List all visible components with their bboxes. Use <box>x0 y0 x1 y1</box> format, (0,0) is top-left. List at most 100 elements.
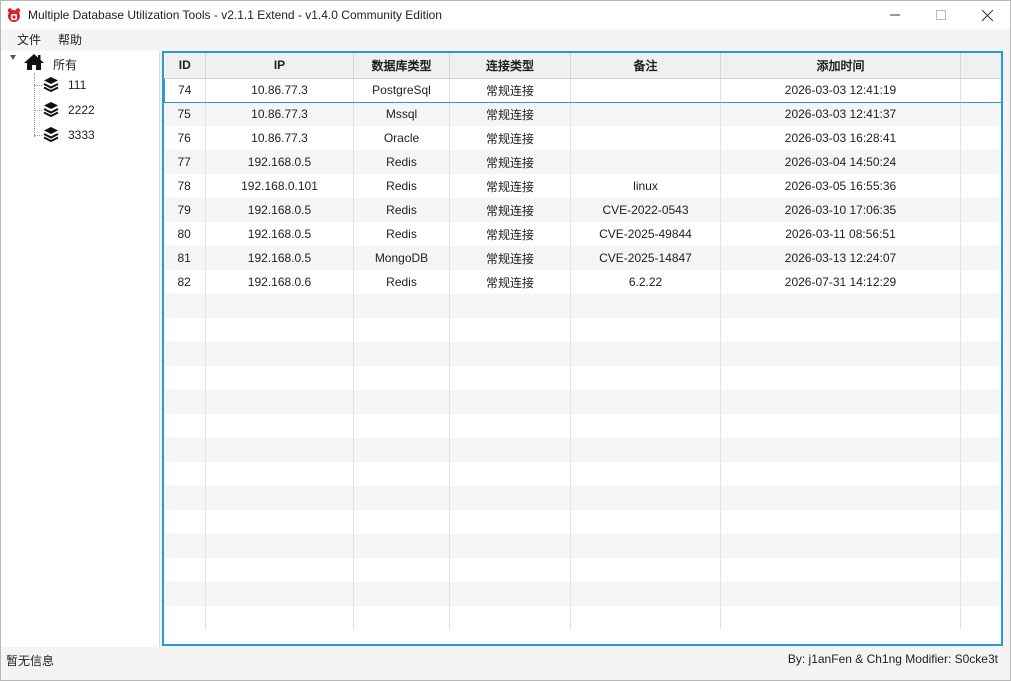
tree-connector <box>34 135 42 136</box>
layers-icon <box>43 77 59 92</box>
column-header-note[interactable]: 备注 <box>570 53 721 79</box>
cell-filler <box>960 510 1001 534</box>
cell-note <box>570 438 721 462</box>
table-row-empty <box>164 558 1001 582</box>
table-row[interactable]: 74 10.86.77.3 PostgreSql 常规连接 2026-03-03 12:… <box>164 77 1001 103</box>
cell-id <box>164 414 206 438</box>
table-row-empty <box>164 342 1001 366</box>
cell-added-time <box>720 582 961 606</box>
cell-note <box>570 390 721 414</box>
cell-db-type <box>353 342 450 366</box>
cell-ip: 192.168.0.6 <box>205 270 354 294</box>
cell-filler <box>960 294 1001 318</box>
cell-ip <box>205 510 354 534</box>
table-row-empty <box>164 294 1001 318</box>
table-row[interactable]: 82 192.168.0.6 Redis 常规连接 6.2.22 2026-07-31 1… <box>164 270 1001 294</box>
cell-added-time <box>720 390 961 414</box>
cell-added-time: 2026-03-04 14:50:24 <box>720 150 961 174</box>
cell-id <box>164 294 206 318</box>
cell-ip <box>205 606 354 630</box>
cell-added-time <box>720 366 961 390</box>
cell-conn-type <box>449 486 571 510</box>
cell-note <box>570 582 721 606</box>
app-window: Multiple Database Utilization Tools - v2… <box>0 0 1011 681</box>
table-row[interactable]: 75 10.86.77.3 Mssql 常规连接 2026-03-03 12:41:37 <box>164 102 1001 126</box>
cell-id: 74 <box>164 77 206 103</box>
cell-filler <box>960 126 1001 150</box>
cell-id: 78 <box>164 174 206 198</box>
cell-conn-type: 常规连接 <box>449 246 571 270</box>
table-row[interactable]: 76 10.86.77.3 Oracle 常规连接 2026-03-03 16:28:4… <box>164 126 1001 150</box>
cell-filler <box>960 246 1001 270</box>
cell-id: 80 <box>164 222 206 246</box>
cell-db-type <box>353 534 450 558</box>
column-header-id[interactable]: ID <box>164 53 206 79</box>
cell-note: CVE-2025-14847 <box>570 246 721 270</box>
title-bar[interactable]: Multiple Database Utilization Tools - v2… <box>1 1 1010 29</box>
cell-conn-type <box>449 558 571 582</box>
cell-db-type <box>353 438 450 462</box>
cell-conn-type: 常规连接 <box>449 270 571 294</box>
cell-db-type <box>353 294 450 318</box>
column-header-db-type[interactable]: 数据库类型 <box>353 53 450 79</box>
cell-id <box>164 390 206 414</box>
table-row[interactable]: 77 192.168.0.5 Redis 常规连接 2026-03-04 14:50:2… <box>164 150 1001 174</box>
expand-arrow-icon[interactable] <box>10 55 16 60</box>
cell-filler <box>960 414 1001 438</box>
cell-ip <box>205 366 354 390</box>
tree-item-3333[interactable]: 3333 <box>1 123 160 147</box>
close-button[interactable] <box>964 1 1010 29</box>
cell-conn-type <box>449 438 571 462</box>
column-header-conn-type[interactable]: 连接类型 <box>449 53 571 79</box>
cell-added-time <box>720 510 961 534</box>
cell-ip: 10.86.77.3 <box>205 102 354 126</box>
cell-id <box>164 486 206 510</box>
cell-db-type: Redis <box>353 222 450 246</box>
cell-id <box>164 582 206 606</box>
tree-item-label: 2222 <box>68 103 95 117</box>
menu-file[interactable]: 文件 <box>10 29 48 50</box>
table-row[interactable]: 78 192.168.0.101 Redis 常规连接 linux 2026-03-05 … <box>164 174 1001 198</box>
cell-ip <box>205 534 354 558</box>
cell-id <box>164 462 206 486</box>
cell-id <box>164 558 206 582</box>
cell-added-time: 2026-03-03 12:41:37 <box>720 102 961 126</box>
cell-db-type: Oracle <box>353 126 450 150</box>
cell-db-type <box>353 582 450 606</box>
cell-ip <box>205 414 354 438</box>
cell-note: 6.2.22 <box>570 270 721 294</box>
table-row[interactable]: 79 192.168.0.5 Redis 常规连接 CVE-2022-0543 2026-… <box>164 198 1001 222</box>
cell-ip: 192.168.0.5 <box>205 150 354 174</box>
table-row[interactable]: 81 192.168.0.5 MongoDB 常规连接 CVE-2025-14847 20… <box>164 246 1001 270</box>
cell-db-type <box>353 366 450 390</box>
tree-root-label: 所有 <box>53 58 78 72</box>
minimize-button[interactable] <box>872 1 918 29</box>
maximize-button[interactable] <box>918 1 964 29</box>
tree-connector <box>34 110 42 111</box>
cell-conn-type <box>449 318 571 342</box>
cell-db-type: Redis <box>353 150 450 174</box>
cell-note <box>570 414 721 438</box>
cell-id: 77 <box>164 150 206 174</box>
cell-conn-type <box>449 390 571 414</box>
cell-id <box>164 318 206 342</box>
cell-note <box>570 102 721 126</box>
table-row[interactable]: 80 192.168.0.5 Redis 常规连接 CVE-2025-49844 2026… <box>164 222 1001 246</box>
cell-added-time: 2026-03-13 12:24:07 <box>720 246 961 270</box>
tree-item-2222[interactable]: 2222 <box>1 98 160 122</box>
cell-ip <box>205 390 354 414</box>
window-controls <box>872 1 1010 29</box>
column-header-ip[interactable]: IP <box>205 53 354 79</box>
cell-note <box>570 558 721 582</box>
column-header-added-time[interactable]: 添加时间 <box>720 53 961 79</box>
table-header-row: ID IP 数据库类型 连接类型 备注 添加时间 <box>164 53 1001 79</box>
cell-db-type: Redis <box>353 174 450 198</box>
cell-db-type <box>353 510 450 534</box>
tree-root-all[interactable]: 所有 <box>1 51 160 75</box>
table-row-empty <box>164 510 1001 534</box>
cell-db-type: PostgreSql <box>353 77 450 103</box>
cell-conn-type: 常规连接 <box>449 102 571 126</box>
menu-help[interactable]: 帮助 <box>51 29 89 50</box>
tree-item-111[interactable]: 111 <box>1 73 160 97</box>
connections-grid: ID IP 数据库类型 连接类型 备注 添加时间 74 10.86.77.3 Pos… <box>164 53 1001 630</box>
